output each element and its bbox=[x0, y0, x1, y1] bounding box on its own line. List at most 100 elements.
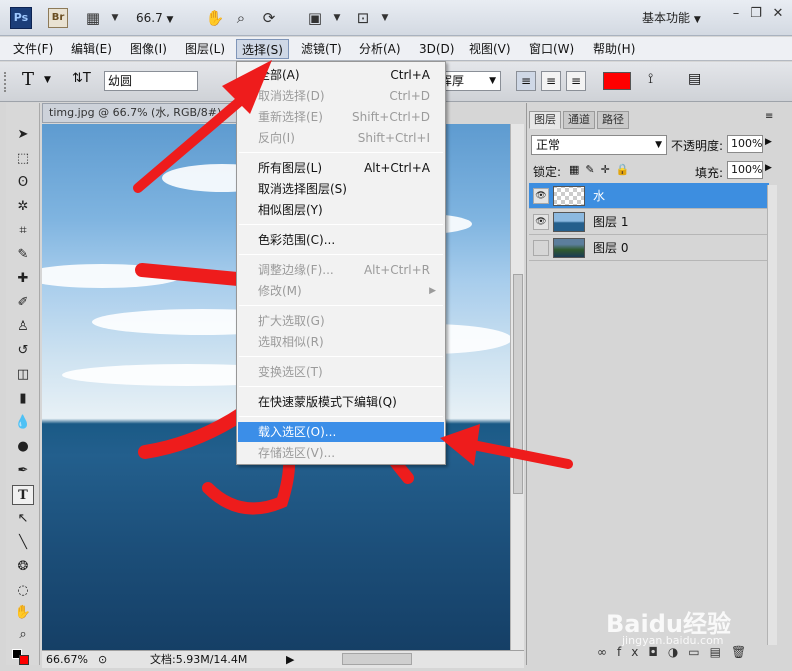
eraser-tool-icon[interactable]: ◫ bbox=[12, 365, 34, 385]
text-color-swatch[interactable] bbox=[603, 72, 631, 90]
menu-item-all[interactable]: 全部(A) Ctrl+A bbox=[238, 65, 444, 85]
antialias-select[interactable]: 浑厚 ▼ bbox=[437, 71, 501, 91]
restore-icon[interactable]: ❐ bbox=[746, 5, 766, 23]
history-brush-icon[interactable]: ↺ bbox=[12, 341, 34, 361]
type-tool-icon[interactable]: T bbox=[12, 485, 34, 505]
menu-item-modify[interactable]: 修改(M) ▶ bbox=[238, 281, 444, 301]
menu-item-refine-edge[interactable]: 调整边缘(F)... Alt+Ctrl+R bbox=[238, 260, 444, 280]
menu-filter[interactable]: 滤镜(T) bbox=[296, 39, 347, 59]
menu-window[interactable]: 窗口(W) bbox=[524, 39, 579, 59]
marquee-tool-icon[interactable]: ⬚ bbox=[12, 149, 34, 169]
panel-menu-icon[interactable]: ≡ bbox=[765, 111, 773, 122]
character-panel-icon[interactable]: ▤ bbox=[688, 71, 701, 87]
align-center-button[interactable]: ≡ bbox=[541, 71, 561, 91]
status-menu-arrow[interactable]: ▶ bbox=[286, 652, 294, 668]
layers-scrollbar[interactable] bbox=[767, 185, 777, 645]
menu-item-load-selection[interactable]: 载入选区(O)... bbox=[238, 422, 444, 442]
scroll-thumb[interactable] bbox=[513, 274, 523, 494]
text-tool-preset[interactable]: T bbox=[22, 69, 34, 90]
menu-image[interactable]: 图像(I) bbox=[125, 39, 172, 59]
eye-icon[interactable]: 👁 bbox=[533, 214, 549, 230]
menu-item-quick-mask[interactable]: 在快速蒙版模式下编辑(Q) bbox=[238, 392, 444, 412]
menu-item-similar[interactable]: 选取相似(R) bbox=[238, 332, 444, 352]
arrange-icon[interactable]: ▣ bbox=[304, 7, 326, 29]
menu-item-reselect[interactable]: 重新选择(E) Shift+Ctrl+D bbox=[238, 107, 444, 127]
menu-edit[interactable]: 编辑(E) bbox=[66, 39, 117, 59]
blur-tool-icon[interactable]: 💧 bbox=[12, 413, 34, 433]
menu-select[interactable]: 选择(S) bbox=[236, 39, 289, 59]
vertical-scrollbar[interactable] bbox=[510, 124, 524, 650]
layer-name[interactable]: 图层 0 bbox=[593, 239, 628, 256]
menu-item-inverse[interactable]: 反向(I) Shift+Ctrl+I bbox=[238, 128, 444, 148]
menu-3d[interactable]: 3D(D) bbox=[414, 39, 459, 59]
zoom-status[interactable]: 66.67% bbox=[46, 652, 88, 668]
close-icon[interactable]: ✕ bbox=[768, 5, 788, 23]
menu-item-grow[interactable]: 扩大选取(G) bbox=[238, 311, 444, 331]
tab-layers[interactable]: 图层 bbox=[529, 111, 561, 129]
screen-mode-icon[interactable]: ⊡ bbox=[352, 7, 374, 29]
opacity-field[interactable]: 100% bbox=[727, 135, 763, 153]
minimize-icon[interactable]: – bbox=[726, 5, 746, 23]
pen-tool-icon[interactable]: ✒ bbox=[12, 461, 34, 481]
text-orientation-icon[interactable]: ⇅T bbox=[72, 71, 91, 86]
layer-row[interactable]: 👁 图层 1 bbox=[529, 209, 769, 235]
dodge-tool-icon[interactable]: ● bbox=[12, 437, 34, 457]
eyedropper-icon[interactable]: ✎ bbox=[12, 245, 34, 265]
menu-item-deselect-layers[interactable]: 取消选择图层(S) bbox=[238, 179, 444, 199]
zoom-icon[interactable]: ⌕ bbox=[230, 7, 252, 29]
zoom-level[interactable]: 66.7 ▼ bbox=[136, 9, 192, 27]
menu-item-color-range[interactable]: 色彩范围(C)... bbox=[238, 230, 444, 250]
gradient-tool-icon[interactable]: ▮ bbox=[12, 389, 34, 409]
menu-help[interactable]: 帮助(H) bbox=[588, 39, 640, 59]
menu-layer[interactable]: 图层(L) bbox=[180, 39, 230, 59]
menu-item-all-layers[interactable]: 所有图层(L) Alt+Ctrl+A bbox=[238, 158, 444, 178]
lasso-tool-icon[interactable]: ʘ bbox=[12, 173, 34, 193]
eye-hidden-slot[interactable] bbox=[533, 240, 549, 256]
fill-arrow-icon[interactable]: ▶ bbox=[765, 163, 772, 173]
path-selection-icon[interactable]: ↖ bbox=[12, 509, 34, 529]
bridge-button[interactable]: Br bbox=[48, 8, 68, 28]
horizontal-scrollbar[interactable] bbox=[342, 653, 412, 665]
layer-actions[interactable]: ∞fx◘◑▭▤🗑 bbox=[597, 645, 756, 659]
move-tool-icon[interactable]: ➤ bbox=[12, 125, 34, 145]
healing-brush-icon[interactable]: ✚ bbox=[12, 269, 34, 289]
3d-orbit-icon[interactable]: ◌ bbox=[12, 581, 34, 601]
zoom-tool-icon[interactable]: ⌕ bbox=[12, 625, 34, 645]
layer-row[interactable]: 图层 0 bbox=[529, 235, 769, 261]
crop-tool-icon[interactable]: ⌗ bbox=[12, 221, 34, 241]
brush-tool-icon[interactable]: ✐ bbox=[12, 293, 34, 313]
panel-grip[interactable] bbox=[4, 72, 10, 92]
menu-item-save-selection[interactable]: 存储选区(V)... bbox=[238, 443, 444, 463]
tab-paths[interactable]: 路径 bbox=[597, 111, 629, 129]
lock-icons[interactable]: ▦✎✛🔒 bbox=[569, 163, 636, 176]
layer-name[interactable]: 图层 1 bbox=[593, 213, 628, 230]
stamp-tool-icon[interactable]: ♙ bbox=[12, 317, 34, 337]
3d-rotate-icon[interactable]: ❂ bbox=[12, 557, 34, 577]
font-family-field[interactable]: 幼圆 bbox=[104, 71, 198, 91]
align-right-button[interactable]: ≡ bbox=[566, 71, 586, 91]
menu-item-transform-selection[interactable]: 变换选区(T) bbox=[238, 362, 444, 382]
rotate-view-icon[interactable]: ⟳ bbox=[258, 7, 280, 29]
film-icon[interactable]: ▦ bbox=[82, 7, 104, 29]
menu-file[interactable]: 文件(F) bbox=[8, 39, 58, 59]
line-tool-icon[interactable]: ╲ bbox=[12, 533, 34, 553]
chevron-down-icon[interactable]: ▼ bbox=[104, 7, 126, 29]
align-left-button[interactable]: ≡ bbox=[516, 71, 536, 91]
status-icon[interactable]: ⊙ bbox=[98, 652, 107, 668]
warp-text-icon[interactable]: ⟟ bbox=[648, 71, 653, 87]
magic-wand-icon[interactable]: ✲ bbox=[12, 197, 34, 217]
hand-tool-icon[interactable]: ✋ bbox=[12, 603, 34, 623]
tab-channels[interactable]: 通道 bbox=[563, 111, 595, 129]
background-color[interactable] bbox=[19, 655, 29, 665]
hand-icon[interactable]: ✋ bbox=[204, 7, 226, 29]
layer-row[interactable]: 👁 水 bbox=[529, 183, 769, 209]
blend-mode-select[interactable]: 正常 ▼ bbox=[531, 135, 667, 155]
chevron-down-icon[interactable]: ▼ bbox=[326, 7, 348, 29]
chevron-down-icon[interactable]: ▼ bbox=[374, 7, 396, 29]
eye-icon[interactable]: 👁 bbox=[533, 188, 549, 204]
layer-name[interactable]: 水 bbox=[593, 187, 605, 204]
menu-item-similar-layers[interactable]: 相似图层(Y) bbox=[238, 200, 444, 220]
menu-item-deselect[interactable]: 取消选择(D) Ctrl+D bbox=[238, 86, 444, 106]
opacity-arrow-icon[interactable]: ▶ bbox=[765, 137, 772, 147]
chevron-down-icon[interactable]: ▼ bbox=[44, 75, 51, 85]
